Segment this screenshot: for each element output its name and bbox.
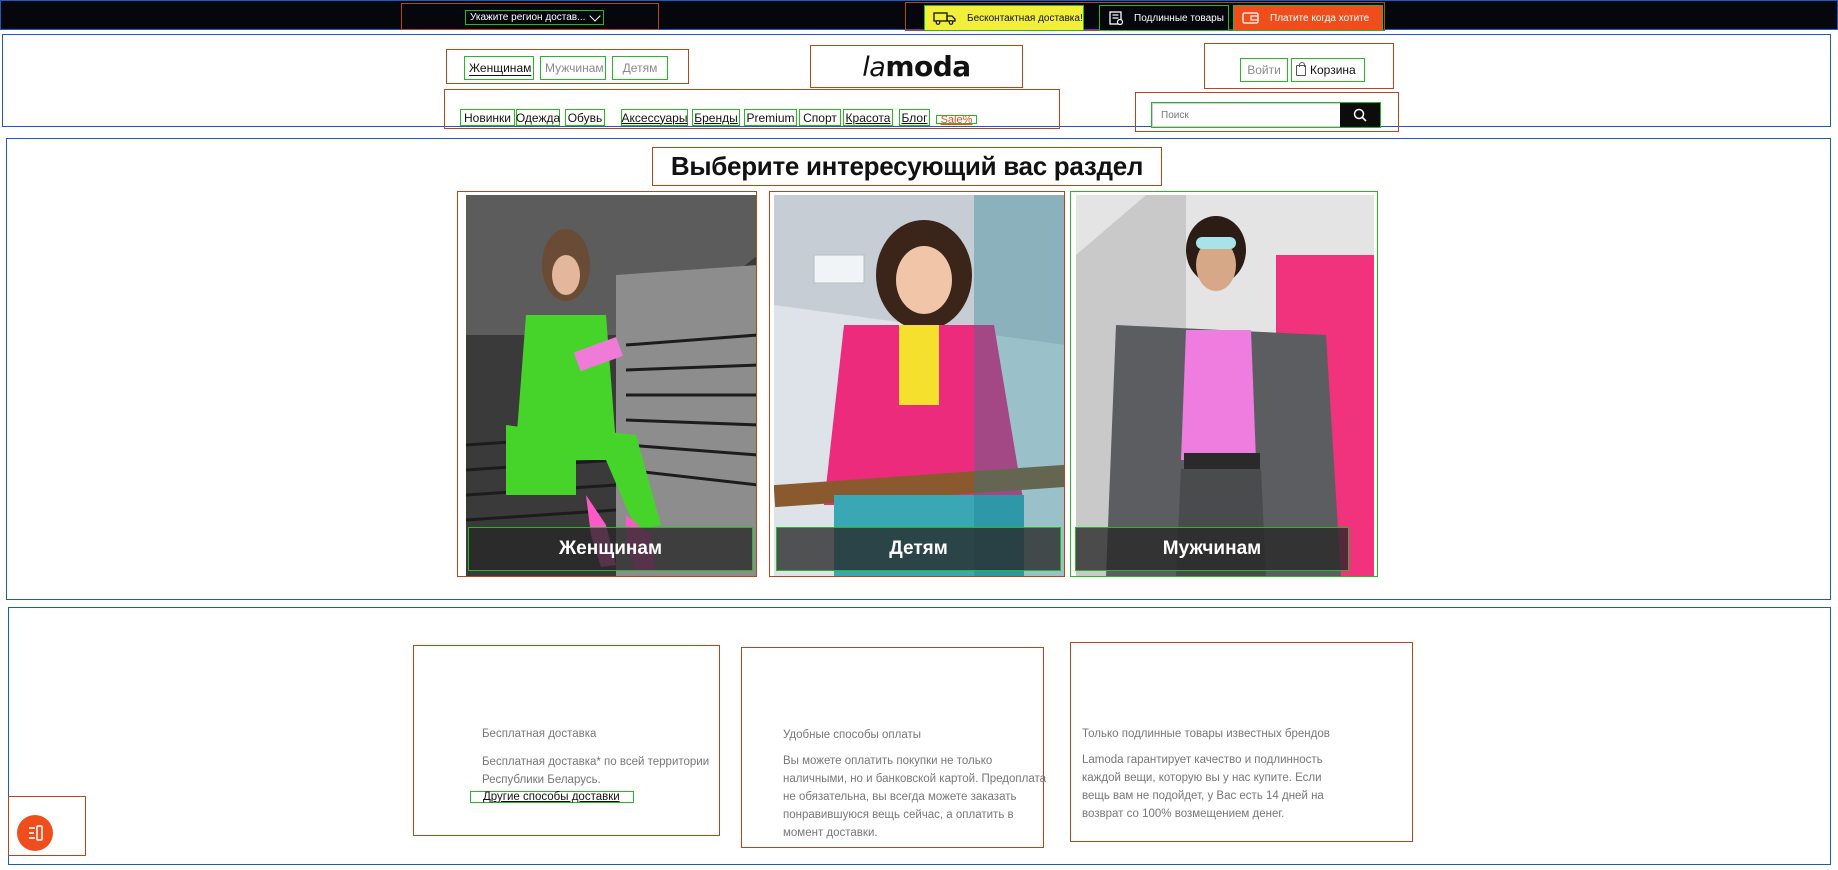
nav-item-premium[interactable]: Premium <box>744 109 797 126</box>
region-label: Укажите регион достав... <box>470 12 586 23</box>
gender-tabs: Женщинам Мужчинам Детям <box>446 49 689 84</box>
promo-label: Подлинные товары <box>1134 12 1224 24</box>
promo-genuine-goods[interactable]: Подлинные товары <box>1099 5 1229 31</box>
search-icon <box>1353 108 1367 122</box>
chat-icon <box>29 825 43 841</box>
promo-pay-anytime[interactable]: Платите когда хотите <box>1233 5 1383 31</box>
page-title: Выберите интересующий вас раздел <box>670 151 1144 181</box>
section-picker: Выберите интересующий вас раздел Женщина… <box>6 138 1831 600</box>
kids-photo <box>774 195 1064 576</box>
nav-item-brands[interactable]: Бренды <box>692 109 740 126</box>
benefits-section: Бесплатная доставка Бесплатная доставка*… <box>8 607 1831 865</box>
certificate-icon <box>1109 11 1124 26</box>
section-card-label: Мужчинам <box>1075 527 1349 571</box>
tab-women[interactable]: Женщинам <box>464 56 534 80</box>
promo-contactless-delivery[interactable]: Бесконтактная доставка! <box>924 5 1084 31</box>
truck-icon <box>933 12 956 25</box>
nav-item-new[interactable]: Новинки <box>460 109 515 126</box>
top-bar: Укажите регион достав... Бесконтактная д… <box>0 0 1838 31</box>
nav-item-accessories[interactable]: Аксессуары <box>621 109 688 126</box>
nav-item-beauty[interactable]: Красота <box>843 109 893 126</box>
promo-label: Платите когда хотите <box>1270 12 1370 24</box>
nav-item-shoes[interactable]: Обувь <box>565 109 605 126</box>
wallet-icon <box>1242 12 1259 24</box>
account-controls: Войти Корзина <box>1204 43 1394 89</box>
section-title-container: Выберите интересующий вас раздел <box>652 147 1162 186</box>
login-button[interactable]: Войти <box>1240 58 1288 82</box>
promo-label: Бесконтактная доставка! <box>967 12 1083 24</box>
benefit-title: Только подлинные товары известных брендо… <box>1082 728 1330 740</box>
tab-kids[interactable]: Детям <box>612 56 668 80</box>
tab-men[interactable]: Мужчинам <box>540 56 606 80</box>
cart-label: Корзина <box>1310 63 1356 77</box>
benefit-free-delivery: Бесплатная доставка Бесплатная доставка*… <box>413 645 720 836</box>
section-card-women[interactable]: Женщинам <box>457 191 757 577</box>
help-widget <box>8 796 86 856</box>
search-input[interactable] <box>1152 103 1340 127</box>
other-delivery-link[interactable]: Другие способы доставки <box>470 791 634 803</box>
search-button[interactable] <box>1340 103 1380 127</box>
site-header: Женщинам Мужчинам Детям lamoda Войти Кор… <box>2 34 1831 132</box>
region-selector-container: Укажите регион достав... <box>401 3 659 30</box>
benefit-text: Бесплатная доставка* по всей территории … <box>482 756 710 786</box>
men-photo <box>1076 195 1374 576</box>
nav-item-sale[interactable]: Sale% <box>936 114 977 126</box>
benefit-title: Бесплатная доставка <box>482 728 597 740</box>
logo[interactable]: lamoda <box>810 45 1023 88</box>
benefit-genuine-goods: Только подлинные товары известных брендо… <box>1070 642 1413 842</box>
nav-item-sport[interactable]: Спорт <box>799 109 841 126</box>
logo-text: lamoda <box>862 50 971 83</box>
help-button[interactable] <box>17 815 53 851</box>
section-card-label: Детям <box>776 527 1061 571</box>
chevron-down-icon <box>589 9 602 22</box>
login-label: Войти <box>1247 63 1281 77</box>
benefit-title: Удобные способы оплаты <box>783 729 922 741</box>
category-nav: Новинки Одежда Обувь Аксессуары Бренды P… <box>444 89 1060 129</box>
section-card-kids[interactable]: Детям <box>769 191 1065 577</box>
benefit-text: Lamoda гарантирует качество и подлинност… <box>1082 754 1324 820</box>
section-card-men[interactable]: Мужчинам <box>1070 191 1378 577</box>
cart-button[interactable]: Корзина <box>1291 58 1365 82</box>
search-container <box>1135 92 1399 132</box>
women-photo <box>466 195 756 576</box>
search-form <box>1151 102 1381 128</box>
section-card-label: Женщинам <box>468 527 753 571</box>
benefit-text: Вы можете оплатить покупки не только нал… <box>783 755 1046 839</box>
region-selector[interactable]: Укажите регион достав... <box>465 9 605 25</box>
shopping-bag-icon <box>1296 61 1306 76</box>
nav-item-blog[interactable]: Блог <box>899 109 930 126</box>
promo-strip: Бесконтактная доставка! Подлинные товары… <box>905 2 1385 31</box>
nav-item-clothing[interactable]: Одежда <box>516 109 560 126</box>
benefit-payment: Удобные способы оплаты Вы можете оплатит… <box>741 647 1046 848</box>
